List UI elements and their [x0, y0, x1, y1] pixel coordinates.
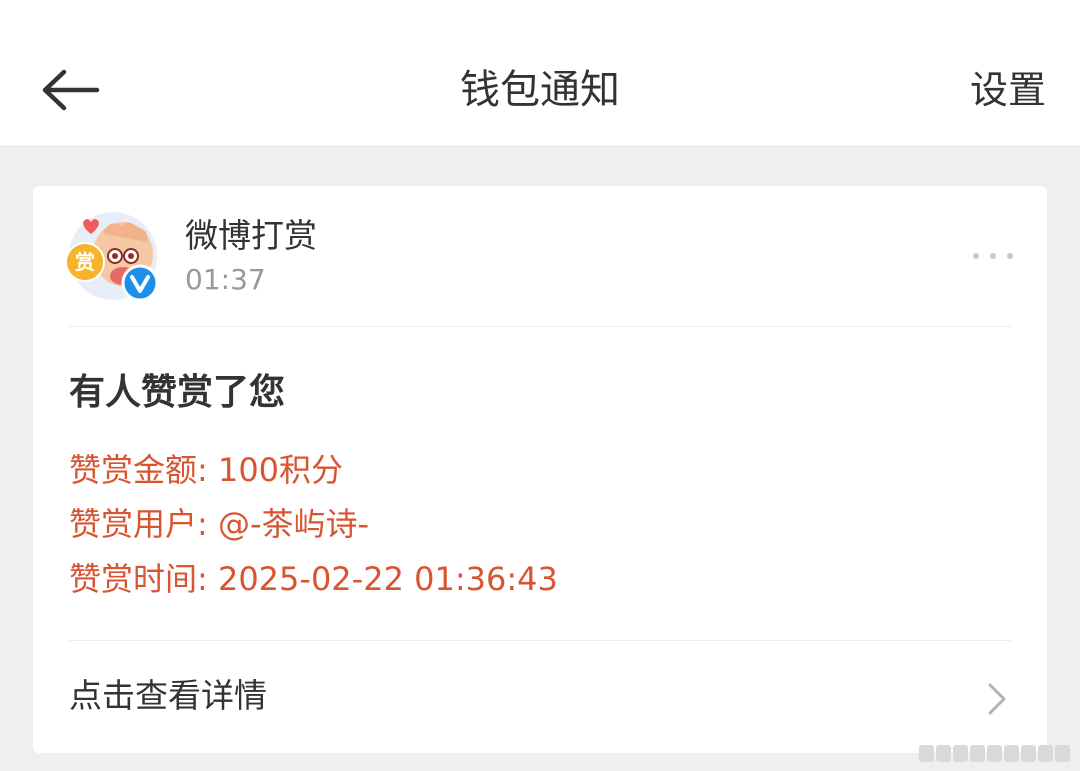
more-dots-icon — [973, 253, 979, 259]
settings-button[interactable]: 设置 — [970, 62, 1046, 118]
watermark-pattern — [919, 745, 1070, 762]
verified-v-icon — [121, 264, 159, 302]
page-title: 钱包通知 — [460, 67, 620, 113]
verified-badge — [121, 264, 159, 302]
reward-badge: 赏 — [65, 242, 105, 282]
sender-time: 01:37 — [185, 263, 266, 296]
chevron-right-icon — [988, 683, 1006, 715]
more-button[interactable] — [973, 248, 1013, 264]
view-details-label: 点击查看详情 — [69, 676, 267, 715]
divider — [69, 326, 1011, 327]
reward-time: 赞赏时间: 2025-02-22 01:36:43 — [69, 560, 558, 598]
reward-user: 赞赏用户: @-茶屿诗- — [69, 505, 370, 543]
avatar[interactable]: 赏 — [65, 212, 159, 302]
view-details-row[interactable]: 点击查看详情 — [33, 640, 1047, 753]
top-bar: 钱包通知 设置 — [0, 0, 1080, 147]
sender-name[interactable]: 微博打赏 — [185, 214, 317, 258]
notification-card: 赏 微博打赏 01:37 有人赞赏了您 赞赏金额: 100积分 赞赏用户: @-… — [33, 186, 1047, 753]
reward-amount: 赞赏金额: 100积分 — [69, 451, 344, 489]
notification-heading: 有人赞赏了您 — [69, 372, 286, 413]
